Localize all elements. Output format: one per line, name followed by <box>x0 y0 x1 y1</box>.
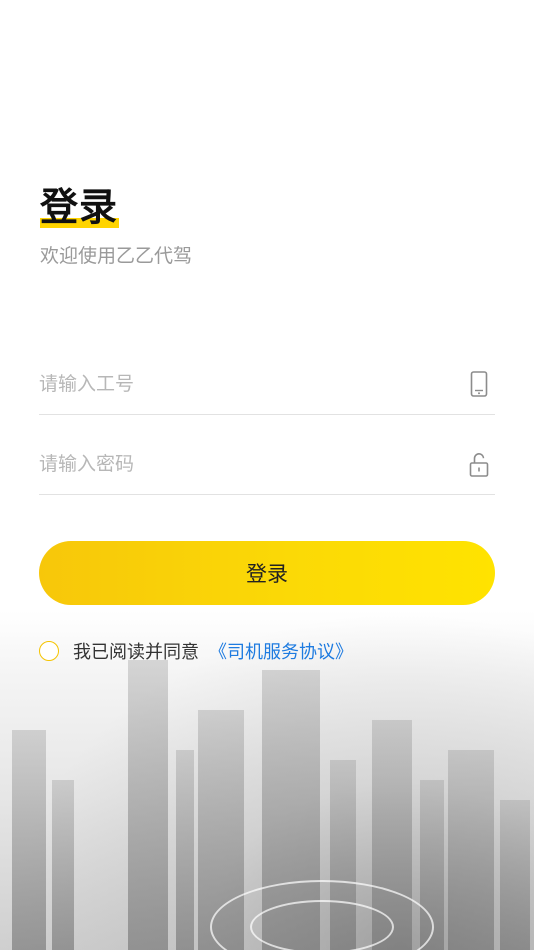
welcome-subtitle: 欢迎使用乙乙代驾 <box>40 245 193 267</box>
login-button[interactable]: 登录 <box>39 541 495 605</box>
employee-id-field <box>39 354 495 415</box>
password-input[interactable] <box>39 434 449 494</box>
agreement-text: 我已阅读并同意 <box>73 642 199 663</box>
login-screen: 登录 欢迎使用乙乙代驾 登录 我已阅读并同意 《司机服务协议》 <box>0 0 534 950</box>
phone-icon <box>470 371 488 397</box>
agreement-checkbox[interactable] <box>39 641 59 661</box>
service-agreement-link[interactable]: 《司机服务协议》 <box>209 638 353 664</box>
password-field <box>39 434 495 495</box>
unlock-icon[interactable] <box>469 450 489 478</box>
page-title: 登录 <box>40 185 119 229</box>
employee-id-input[interactable] <box>39 354 449 414</box>
agreement-row: 我已阅读并同意 《司机服务协议》 <box>39 636 353 666</box>
title-block: 登录 <box>40 182 119 232</box>
